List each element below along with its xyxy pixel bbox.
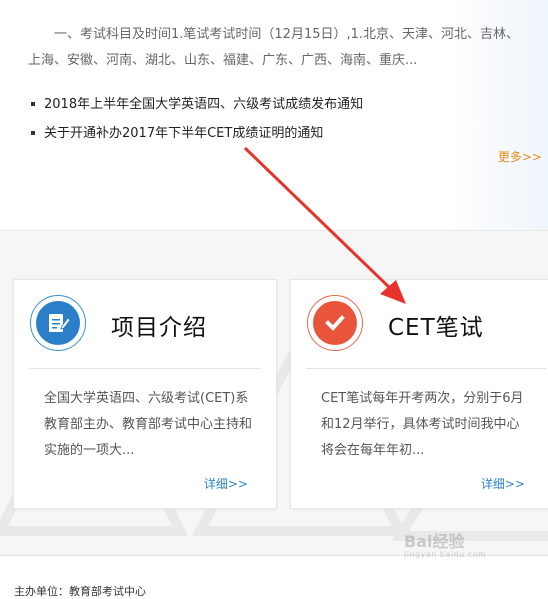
card-cet-written[interactable]: CET笔试 CET笔试每年开考两次，分别于6月和12月举行，具体考试时间我中心将… [290, 279, 548, 509]
news-item-title[interactable]: 关于开通补办2017年下半年CET成绩证明的通知 [44, 126, 323, 141]
news-item-title[interactable]: 2018年上半年全国大学英语四、六级考试成绩发布通知 [44, 97, 363, 112]
intro-text: 一、考试科目及时间1.笔试考试时间（12月15日）,1.北京、天津、河北、吉林、… [28, 27, 520, 68]
top-section: 一、考试科目及时间1.笔试考试时间（12月15日）,1.北京、天津、河北、吉林、… [0, 0, 548, 230]
footer-host-unit: 主办单位：教育部考试中心 [14, 585, 146, 598]
document-edit-icon [36, 301, 80, 345]
card-title[interactable]: 项目介绍 [111, 308, 207, 342]
watermark-logo: Bai经验 jingyan.baidu.com [404, 528, 514, 568]
news-item[interactable]: 2018年上半年全国大学英语四、六级考试成绩发布通知 [28, 90, 363, 119]
card-detail-link[interactable]: 详细>> [481, 475, 525, 492]
news-list: 2018年上半年全国大学英语四、六级考试成绩发布通知 关于开通补办2017年下半… [28, 90, 363, 148]
news-more-link[interactable]: 更多>> [498, 148, 542, 165]
card-title[interactable]: CET笔试 [388, 308, 484, 342]
watermark-url: jingyan.baidu.com [404, 550, 487, 559]
feature-section: 项目介绍 全国大学英语四、六级考试(CET)系教育部主办、教育部考试中心主持和实… [0, 231, 548, 555]
card-description: 全国大学英语四、六级考试(CET)系教育部主办、教育部考试中心主持和实施的一项大… [44, 391, 253, 458]
card-divider [306, 368, 546, 369]
card-project-intro[interactable]: 项目介绍 全国大学英语四、六级考试(CET)系教育部主办、教育部考试中心主持和实… [13, 279, 277, 509]
card-description: CET笔试每年开考两次，分别于6月和12月举行，具体考试时间我中心将会在每年年初… [321, 391, 524, 458]
card-detail-link[interactable]: 详细>> [204, 475, 248, 492]
checkmark-icon [313, 301, 357, 345]
card-icon-frame [30, 295, 86, 351]
card-divider [29, 368, 261, 369]
news-item[interactable]: 关于开通补办2017年下半年CET成绩证明的通知 [28, 119, 363, 148]
card-icon-frame [307, 295, 363, 351]
watermark-brand: Bai经验 [404, 532, 465, 551]
